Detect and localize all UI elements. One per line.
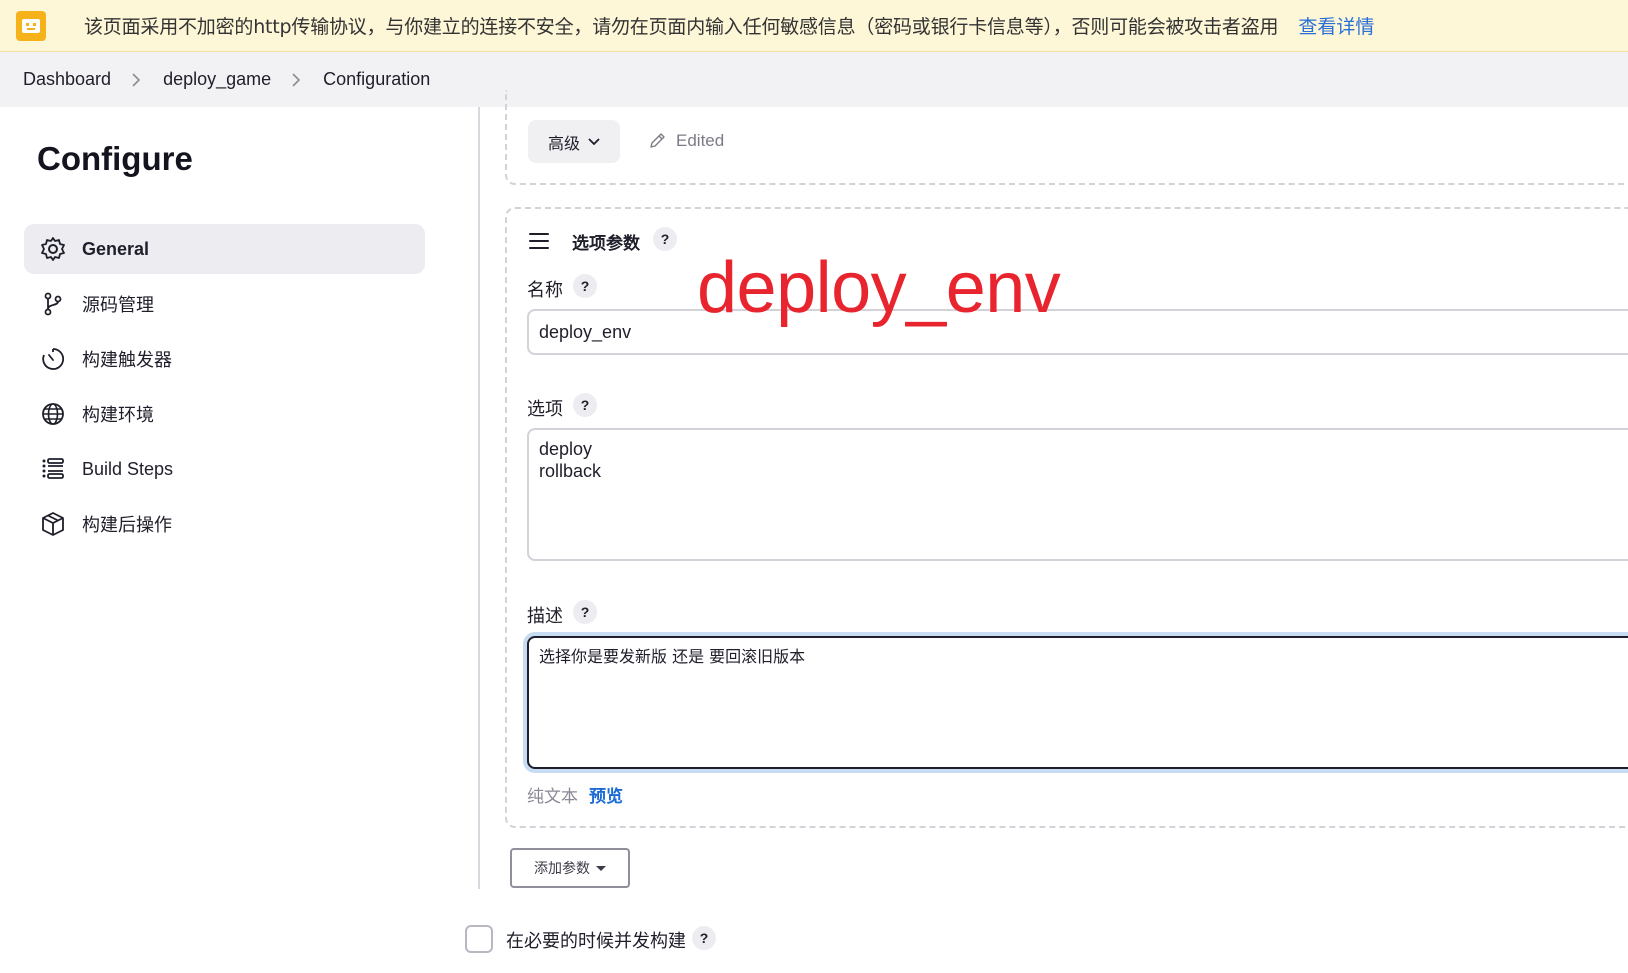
sidebar-item-label: General xyxy=(82,238,150,259)
chevron-right-icon xyxy=(291,72,301,87)
edited-label: Edited xyxy=(676,131,725,150)
package-icon xyxy=(40,511,66,537)
drag-handle-icon[interactable] xyxy=(529,233,549,249)
sidebar-item-label: 构建后操作 xyxy=(82,515,172,535)
description-label: 描述 xyxy=(527,606,563,626)
chevron-down-icon xyxy=(588,137,600,145)
page-title: Configure xyxy=(37,140,193,177)
help-icon[interactable]: ? xyxy=(573,274,597,298)
parameter-title: 选项参数 xyxy=(572,234,640,253)
breadcrumb-project[interactable]: deploy_game xyxy=(163,69,271,90)
help-icon[interactable]: ? xyxy=(692,926,716,950)
add-parameter-label: 添加参数 xyxy=(534,860,590,876)
warning-details-link[interactable]: 查看详情 xyxy=(1298,12,1374,39)
chevron-right-icon xyxy=(131,72,141,87)
sidebar-item-build-env[interactable]: 构建环境 xyxy=(24,389,425,439)
concurrent-build-checkbox[interactable] xyxy=(465,925,493,953)
name-input[interactable] xyxy=(527,309,1628,355)
help-icon[interactable]: ? xyxy=(573,393,597,417)
sidebar-item-label: 构建环境 xyxy=(82,405,154,425)
advanced-button[interactable]: 高级 xyxy=(528,120,620,163)
caret-down-icon xyxy=(596,865,606,871)
preview-link[interactable]: 预览 xyxy=(589,782,623,807)
sidebar-item-post-build[interactable]: 构建后操作 xyxy=(24,499,425,549)
security-warning-bar: 该页面采用不加密的http传输协议，与你建立的连接不安全，请勿在页面内输入任何敏… xyxy=(0,0,1628,52)
choices-label: 选项 xyxy=(527,399,563,419)
sidebar-item-label: Build Steps xyxy=(82,458,174,479)
globe-icon xyxy=(40,401,66,427)
breadcrumb-dashboard[interactable]: Dashboard xyxy=(23,69,111,90)
branch-icon xyxy=(40,291,66,317)
list-icon xyxy=(40,456,66,482)
plain-text-label: 纯文本 xyxy=(527,787,578,806)
sidebar-item-triggers[interactable]: 构建触发器 xyxy=(24,334,425,384)
sidebar-item-scm[interactable]: 源码管理 xyxy=(24,279,425,329)
name-label: 名称 xyxy=(527,280,563,300)
choices-textarea[interactable] xyxy=(527,428,1628,561)
help-icon[interactable]: ? xyxy=(653,227,677,251)
concurrent-build-label: 在必要的时候并发构建 xyxy=(506,931,686,951)
description-textarea[interactable] xyxy=(527,636,1628,769)
breadcrumb-configuration[interactable]: Configuration xyxy=(323,69,430,90)
sidebar-item-general[interactable]: General xyxy=(24,224,425,274)
add-parameter-button[interactable]: 添加参数 xyxy=(510,848,630,888)
help-icon[interactable]: ? xyxy=(573,600,597,624)
pencil-icon xyxy=(650,133,665,148)
sidebar-item-build-steps[interactable]: Build Steps xyxy=(24,444,425,494)
edited-indicator: Edited xyxy=(648,131,724,151)
timer-icon xyxy=(40,346,66,372)
warning-message: 该页面采用不加密的http传输协议，与你建立的连接不安全，请勿在页面内输入任何敏… xyxy=(84,16,1279,38)
sidebar-item-label: 源码管理 xyxy=(82,295,154,315)
browser-warning-icon xyxy=(16,10,46,41)
content-divider xyxy=(478,107,480,889)
sidebar-item-label: 构建触发器 xyxy=(82,350,172,370)
gear-icon xyxy=(40,236,66,262)
advanced-button-label: 高级 xyxy=(547,135,580,153)
